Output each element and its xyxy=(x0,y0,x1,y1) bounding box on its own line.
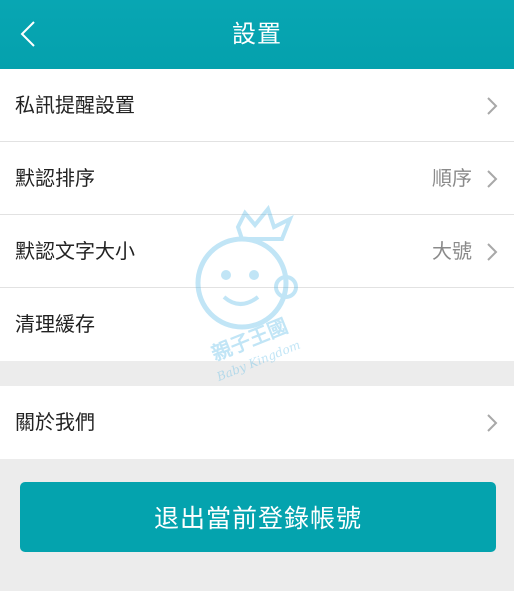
logout-button[interactable]: 退出當前登錄帳號 xyxy=(20,482,496,552)
about-us-row[interactable]: 關於我們 xyxy=(0,386,514,459)
notification-settings-row[interactable]: 私訊提醒設置 xyxy=(0,69,514,142)
chevron-right-icon xyxy=(487,170,498,188)
chevron-right-icon xyxy=(487,414,498,432)
about-group: 關於我們 xyxy=(0,386,514,459)
default-font-size-value: 大號 xyxy=(432,239,472,263)
chevron-right-icon xyxy=(487,97,498,115)
page-title: 設置 xyxy=(232,20,282,48)
default-sort-value: 順序 xyxy=(432,166,472,190)
settings-group: 私訊提醒設置 默認排序 順序 默認文字大小 大號 清理緩存 xyxy=(0,69,514,361)
chevron-right-icon xyxy=(487,243,498,261)
clear-cache-row[interactable]: 清理緩存 xyxy=(0,288,514,361)
notification-settings-label: 私訊提醒設置 xyxy=(15,93,135,117)
about-us-label: 關於我們 xyxy=(15,410,95,434)
default-sort-row[interactable]: 默認排序 順序 xyxy=(0,142,514,215)
default-font-size-row[interactable]: 默認文字大小 大號 xyxy=(0,215,514,288)
default-font-size-label: 默認文字大小 xyxy=(15,239,135,263)
top-bar: 設置 xyxy=(0,0,514,69)
clear-cache-label: 清理緩存 xyxy=(15,312,95,336)
default-sort-label: 默認排序 xyxy=(15,166,95,190)
